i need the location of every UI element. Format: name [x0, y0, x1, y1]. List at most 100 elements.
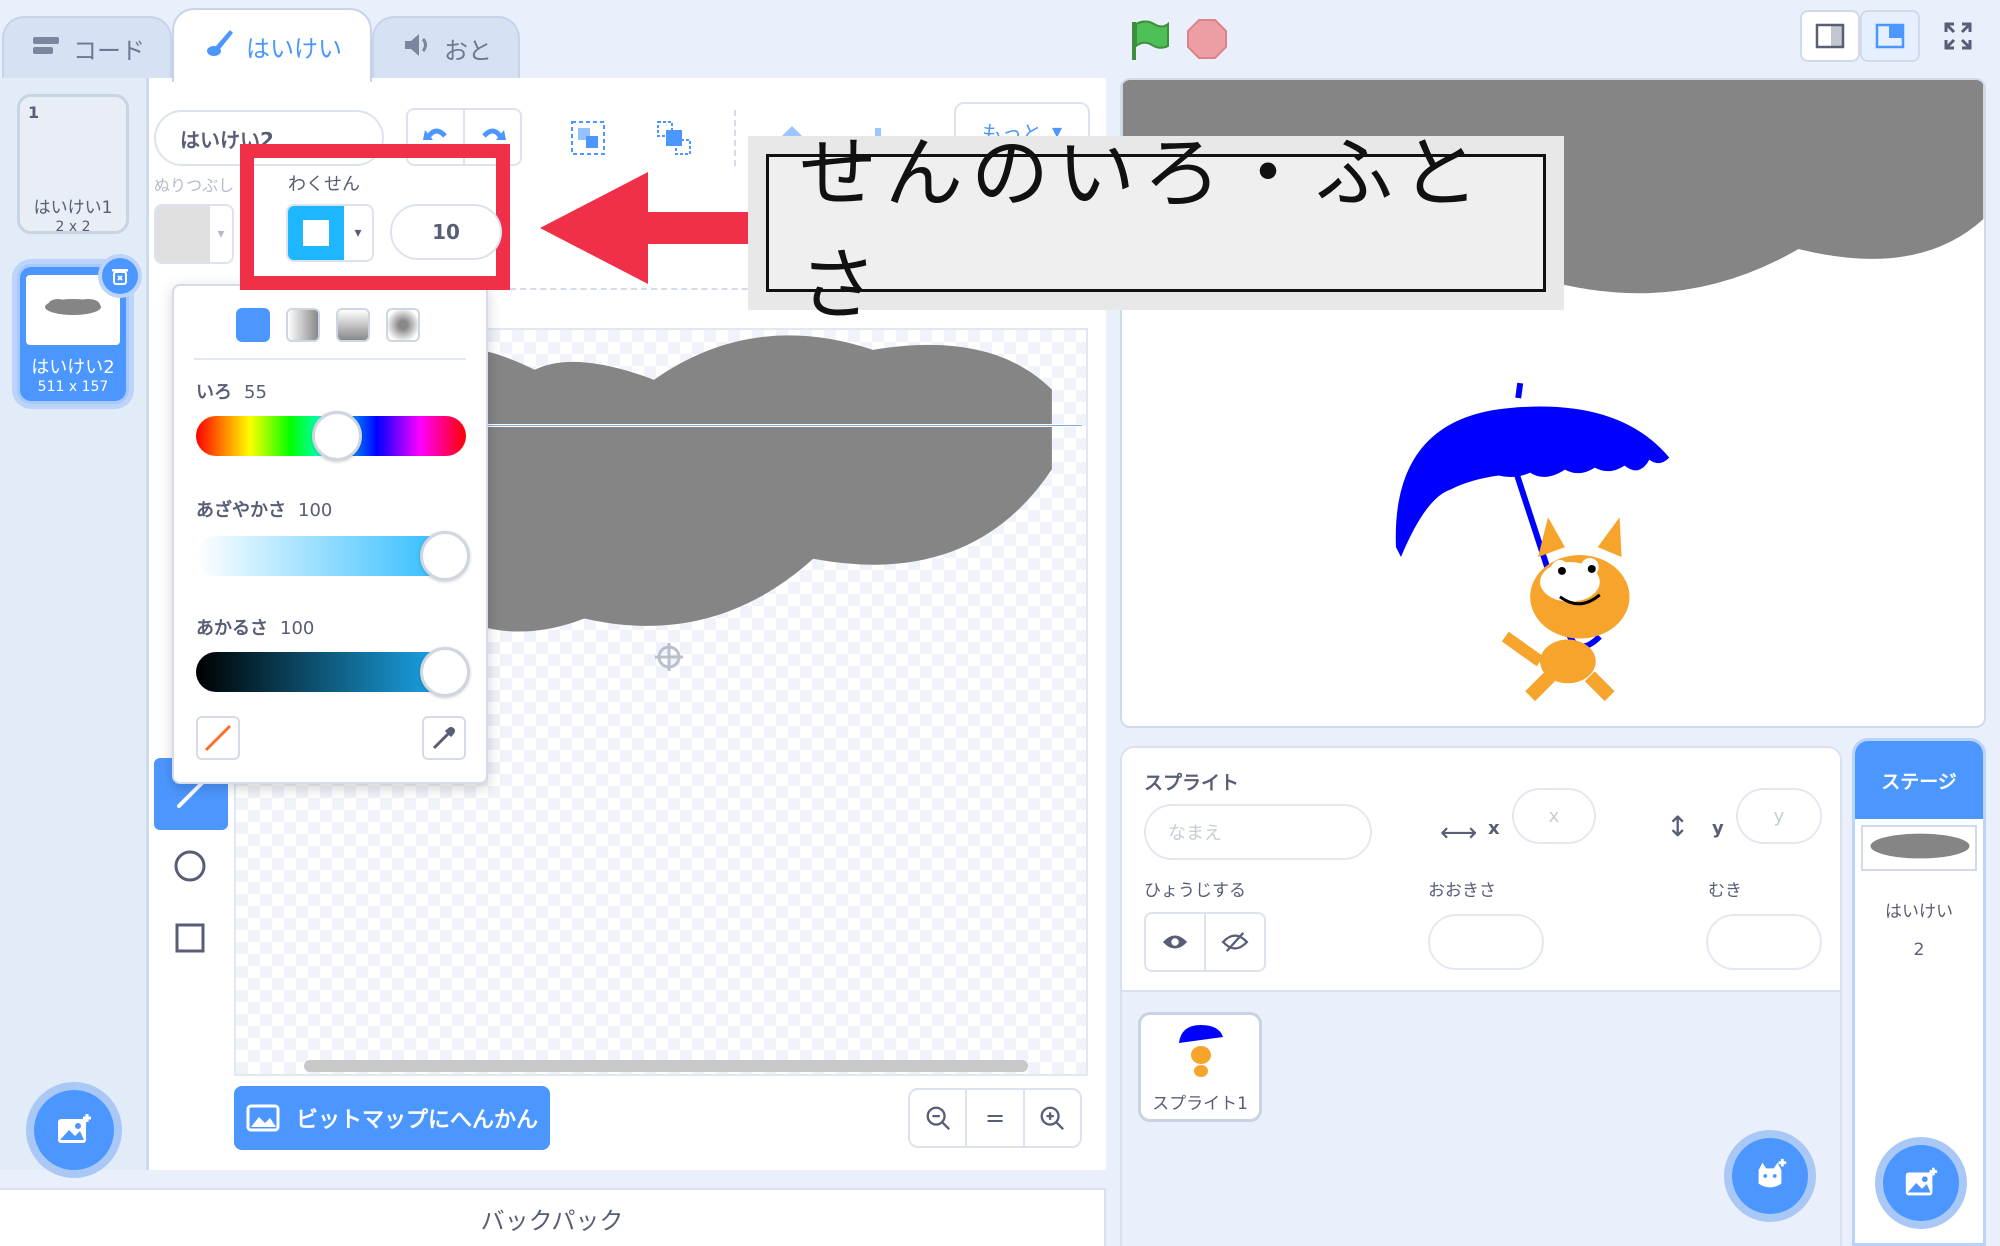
circle-icon	[174, 850, 206, 882]
tab-backdrops[interactable]: はいけい	[172, 8, 372, 82]
y-placeholder: y	[1773, 805, 1785, 827]
hue-row: いろ 55	[196, 378, 267, 404]
zoom-out-icon	[926, 1106, 950, 1131]
outline-color-button[interactable]: ▾	[286, 204, 374, 262]
brightness-label: あかるさ	[196, 618, 268, 639]
saturation-slider-handle[interactable]	[420, 531, 470, 581]
tab-sounds[interactable]: おと	[372, 16, 520, 78]
annotation-text: せんのいろ・ふとさ	[766, 129, 1546, 331]
eyedropper-icon	[432, 727, 455, 750]
costume-name: はいけい1	[33, 198, 113, 218]
sprite-item[interactable]: スプライト1	[1138, 1012, 1262, 1122]
no-color-button[interactable]	[196, 716, 240, 760]
annotation-arrow	[540, 172, 752, 284]
outline-label: わくせん	[288, 174, 360, 195]
zoom-out-button[interactable]	[910, 1090, 968, 1146]
show-button[interactable]	[1146, 914, 1206, 970]
eye-icon	[1162, 935, 1188, 949]
size-label: おおきさ	[1428, 881, 1496, 901]
tab-code[interactable]: コード	[2, 16, 172, 78]
hue-value: 55	[244, 382, 267, 403]
popup-divider	[194, 358, 466, 360]
small-stage-icon	[1815, 23, 1845, 49]
backpack-label: バックパック	[480, 1206, 624, 1235]
rectangle-icon	[175, 923, 205, 953]
toolbar-divider	[734, 110, 736, 166]
zoom-reset-button[interactable]: =	[967, 1090, 1025, 1146]
outline-color-picker: いろ 55 あざやかさ 100 あかるさ 100	[172, 284, 488, 784]
eyedropper-button[interactable]	[422, 716, 466, 760]
brightness-value: 100	[280, 618, 315, 639]
brightness-slider-handle[interactable]	[420, 647, 470, 697]
horizontal-gradient-option[interactable]	[286, 308, 320, 342]
backpack[interactable]: バックパック	[0, 1188, 1106, 1246]
sprite-info-title: スプライト	[1144, 772, 1240, 794]
tab-backdrops-label: はいけい	[246, 34, 342, 63]
canvas-scrollbar[interactable]	[304, 1060, 1028, 1072]
add-backdrop-button[interactable]	[34, 1090, 114, 1170]
radial-gradient-option[interactable]	[386, 308, 420, 342]
saturation-value: 100	[298, 500, 333, 521]
x-input[interactable]: x	[1512, 788, 1596, 844]
stage-selector[interactable]: ステージ はいけい 2	[1852, 738, 1986, 1246]
costume-name: はいけい2	[31, 357, 115, 378]
delete-costume-button[interactable]	[102, 258, 138, 294]
backdrops-count: 2	[1913, 940, 1925, 960]
rectangle-tool[interactable]	[158, 906, 222, 970]
normal-stage-button[interactable]	[1860, 10, 1920, 62]
no-color-icon	[204, 724, 232, 752]
sprite-name: スプライト1	[1152, 1094, 1248, 1114]
zoom-in-button[interactable]	[1025, 1090, 1080, 1146]
ungroup-button[interactable]	[642, 106, 706, 170]
zoom-in-icon	[1040, 1106, 1065, 1131]
hue-slider-handle[interactable]	[312, 411, 362, 461]
zoom-reset-label: =	[984, 1104, 1006, 1132]
sprite-info-panel: スプライト なまえ ⟷ x x ↕ y y ひょうじする おおきさ むき	[1120, 746, 1842, 992]
green-flag-icon[interactable]	[1128, 18, 1172, 62]
chevron-down-icon: ▾	[217, 226, 225, 242]
vertical-gradient-option[interactable]	[336, 308, 370, 342]
x-arrows-icon: ⟷	[1440, 818, 1478, 848]
saturation-row: あざやかさ 100	[196, 496, 332, 522]
y-input[interactable]: y	[1736, 788, 1822, 844]
group-icon	[571, 121, 605, 155]
add-image-icon	[58, 1114, 91, 1143]
add-image-icon	[1905, 1167, 1938, 1196]
stop-icon[interactable]	[1186, 18, 1228, 60]
circle-tool[interactable]	[158, 834, 222, 898]
outline-width-input[interactable]: 10	[390, 204, 502, 260]
small-stage-button[interactable]	[1800, 10, 1860, 62]
hide-button[interactable]	[1206, 914, 1264, 970]
fill-color-button[interactable]: ▾	[154, 204, 234, 264]
direction-input[interactable]	[1706, 914, 1822, 970]
cat-add-icon	[1758, 1158, 1787, 1188]
code-icon	[29, 28, 63, 68]
sprite-thumbnail	[1179, 1025, 1223, 1077]
y-arrows-icon: ↕	[1666, 810, 1690, 843]
add-sprite-button[interactable]	[1732, 1138, 1808, 1214]
costume-item[interactable]: 1 はいけい1 2 x 2	[17, 94, 129, 235]
trash-icon	[112, 269, 128, 285]
fullscreen-button[interactable]	[1928, 10, 1988, 62]
saturation-label: あざやかさ	[196, 500, 286, 521]
stage-thumbnail	[1861, 825, 1977, 871]
speaker-icon	[400, 28, 434, 68]
sprite-list: スプライト1	[1120, 992, 1842, 1246]
convert-to-bitmap-button[interactable]: ビットマップにへんかん	[234, 1086, 550, 1150]
size-input[interactable]	[1428, 914, 1544, 970]
tab-sounds-label: おと	[444, 36, 492, 65]
brush-icon	[202, 26, 236, 66]
hue-label: いろ	[196, 382, 232, 403]
add-backdrop-stage-button[interactable]	[1883, 1145, 1959, 1221]
cat-sprite-icon	[1501, 517, 1630, 702]
costume-size: 511 x 157	[37, 379, 109, 395]
show-label: ひょうじする	[1144, 881, 1246, 901]
convert-to-bitmap-label: ビットマップにへんかん	[295, 1108, 538, 1133]
fullscreen-icon	[1944, 22, 1972, 50]
x-label: x	[1488, 818, 1500, 839]
sprite-name-input[interactable]: なまえ	[1144, 804, 1372, 860]
stage-selector-header: ステージ	[1855, 741, 1983, 819]
solid-fill-option[interactable]	[236, 308, 270, 342]
group-button[interactable]	[556, 106, 620, 170]
outline-swatch	[288, 206, 344, 260]
